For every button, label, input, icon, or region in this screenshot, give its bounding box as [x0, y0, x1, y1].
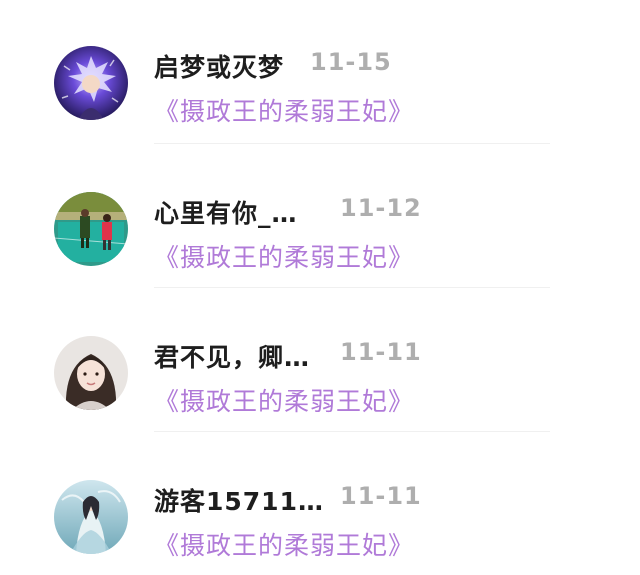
comment-list: 启梦或灭梦 11-15 《摄政王的柔弱王妃》 心里有你_… 11-12 《摄政王…: [0, 0, 640, 575]
username[interactable]: 游客15711…: [154, 482, 324, 518]
comment-date: 11-11: [340, 482, 422, 510]
avatar[interactable]: [54, 192, 128, 266]
username[interactable]: 心里有你_…: [154, 194, 298, 230]
comment-date: 11-15: [310, 48, 392, 76]
list-item[interactable]: 心里有你_… 11-12 《摄政王的柔弱王妃》: [0, 144, 640, 288]
comment-date: 11-12: [340, 194, 422, 222]
comment-date: 11-11: [340, 338, 422, 366]
avatar[interactable]: [54, 46, 128, 120]
book-title-link[interactable]: 《摄政王的柔弱王妃》: [154, 382, 414, 418]
list-item[interactable]: 启梦或灭梦 11-15 《摄政王的柔弱王妃》: [0, 0, 640, 144]
username[interactable]: 启梦或灭梦: [154, 48, 284, 84]
book-title-link[interactable]: 《摄政王的柔弱王妃》: [154, 526, 414, 562]
list-item[interactable]: 君不见，卿… 11-11 《摄政王的柔弱王妃》: [0, 288, 640, 432]
list-item[interactable]: 游客15711… 11-11 《摄政王的柔弱王妃》: [0, 432, 640, 575]
avatar[interactable]: [54, 336, 128, 410]
avatar[interactable]: [54, 480, 128, 554]
book-title-link[interactable]: 《摄政王的柔弱王妃》: [154, 238, 414, 274]
book-title-link[interactable]: 《摄政王的柔弱王妃》: [154, 92, 414, 128]
username[interactable]: 君不见，卿…: [154, 338, 310, 374]
